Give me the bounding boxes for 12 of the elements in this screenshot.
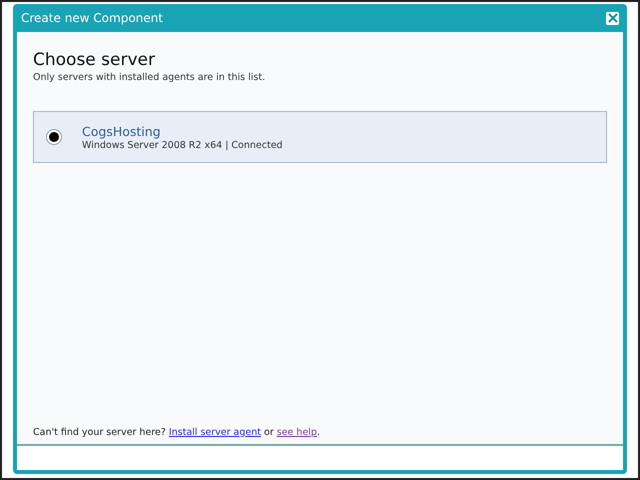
heading: Choose server [33,50,156,70]
server-name: CogsHosting [82,124,162,138]
close-icon [608,13,618,23]
server-option[interactable]: CogsHosting Windows Server 2008 R2 x64 | Connected [33,111,607,163]
window-title: Create new Component [21,11,163,25]
server-details: Windows Server 2008 R2 x64 | Connected [82,140,283,150]
help-link[interactable]: see help [276,427,317,438]
subheading: Only servers with installed agents are in this list. [33,72,266,83]
close-button[interactable] [606,12,619,24]
install-agent-link[interactable]: Install server agent [168,427,261,438]
help-text: Can't find your server here? Install server agent or see help. [33,427,321,438]
radio-button[interactable] [46,129,62,145]
